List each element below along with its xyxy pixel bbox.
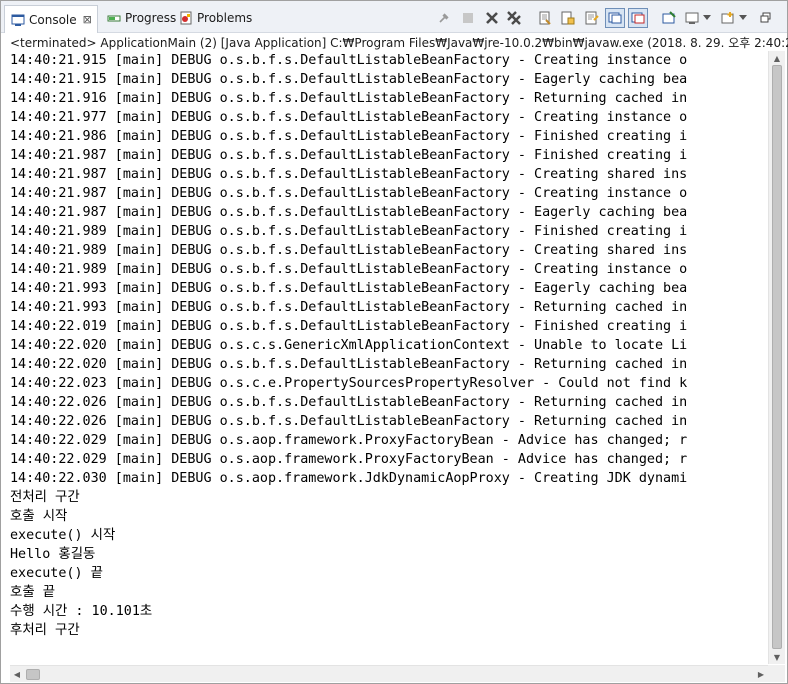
scroll-right-icon[interactable]: ▶ (754, 666, 768, 682)
console-line: 호출 끝 (10, 585, 56, 600)
console-output[interactable]: 14:40:21.915 [main] DEBUG o.s.b.f.s.Defa… (10, 51, 766, 664)
console-line: 호출 시작 (10, 509, 68, 524)
scroll-left-icon[interactable]: ◀ (10, 666, 24, 682)
tab-progress[interactable]: Progress (101, 5, 176, 31)
console-line: 수행 시간 : 10.101초 (10, 604, 153, 619)
console-line: 14:40:21.989 [main] DEBUG o.s.b.f.s.Defa… (10, 224, 688, 239)
dropdown-arrow-icon[interactable] (737, 9, 749, 27)
show-on-stdout-icon[interactable] (605, 8, 625, 28)
console-line: 14:40:22.020 [main] DEBUG o.s.c.s.Generi… (10, 338, 688, 353)
clear-console-icon[interactable] (536, 9, 554, 27)
console-line: 14:40:22.023 [main] DEBUG o.s.c.e.Proper… (10, 376, 688, 391)
remove-all-terminated-icon[interactable] (505, 9, 523, 27)
console-line: 14:40:21.915 [main] DEBUG o.s.b.f.s.Defa… (10, 72, 688, 87)
remove-launch-icon[interactable] (483, 9, 501, 27)
scroll-lock-icon[interactable] (559, 9, 577, 27)
dropdown-arrow-icon[interactable] (701, 9, 713, 27)
problems-icon (179, 11, 193, 25)
horizontal-scrollbar[interactable]: ◀ ▶ (10, 665, 768, 682)
tab-problems[interactable]: Problems (173, 5, 252, 31)
console-line: 14:40:21.993 [main] DEBUG o.s.b.f.s.Defa… (10, 300, 688, 315)
view-tab-bar: Console ⊠ Progress Problems (1, 1, 787, 33)
minimize-icon[interactable] (757, 9, 775, 27)
console-line: 14:40:22.026 [main] DEBUG o.s.b.f.s.Defa… (10, 395, 688, 410)
close-icon[interactable]: ⊠ (83, 13, 92, 26)
console-line: execute() 시작 (10, 528, 116, 543)
scrollbar-corner (768, 665, 785, 682)
process-label: <terminated> ApplicationMain (2) [Java A… (10, 36, 788, 50)
console-line: 14:40:21.986 [main] DEBUG o.s.b.f.s.Defa… (10, 129, 688, 144)
console-line: 후처리 구간 (10, 623, 80, 638)
console-line: 14:40:22.030 [main] DEBUG o.s.aop.framew… (10, 471, 688, 486)
show-on-stderr-icon[interactable] (628, 8, 648, 28)
console-line: 14:40:21.977 [main] DEBUG o.s.b.f.s.Defa… (10, 110, 688, 125)
pin-console-icon[interactable] (660, 9, 678, 27)
console-line: 전처리 구간 (10, 490, 80, 505)
stop-icon[interactable] (459, 9, 477, 27)
console-line: 14:40:22.020 [main] DEBUG o.s.b.f.s.Defa… (10, 357, 688, 372)
vertical-scrollbar[interactable]: ▲ ▼ (768, 51, 785, 664)
pin-icon[interactable] (435, 9, 453, 27)
console-view: Console ⊠ Progress Problems <terminated>… (0, 0, 788, 684)
tab-progress-label: Progress (125, 11, 177, 25)
console-line: 14:40:21.987 [main] DEBUG o.s.b.f.s.Defa… (10, 148, 688, 163)
scroll-down-icon[interactable]: ▼ (769, 650, 785, 664)
console-line: 14:40:21.989 [main] DEBUG o.s.b.f.s.Defa… (10, 262, 688, 277)
horizontal-scroll-thumb[interactable] (26, 669, 40, 680)
console-line: 14:40:21.987 [main] DEBUG o.s.b.f.s.Defa… (10, 186, 688, 201)
tab-console-label: Console (29, 12, 77, 27)
display-console-icon[interactable] (683, 9, 701, 27)
console-line: 14:40:21.987 [main] DEBUG o.s.b.f.s.Defa… (10, 205, 688, 220)
tab-problems-label: Problems (197, 11, 253, 25)
console-line: Hello 홍길동 (10, 547, 96, 562)
console-line: 14:40:22.026 [main] DEBUG o.s.b.f.s.Defa… (10, 414, 688, 429)
console-line: 14:40:22.029 [main] DEBUG o.s.aop.framew… (10, 452, 688, 467)
vertical-scroll-thumb[interactable] (772, 65, 782, 649)
progress-icon (107, 11, 121, 25)
tab-console[interactable]: Console ⊠ (4, 5, 98, 33)
console-line: 14:40:21.915 [main] DEBUG o.s.b.f.s.Defa… (10, 53, 688, 68)
console-icon (11, 13, 25, 27)
open-console-icon[interactable] (719, 9, 737, 27)
console-line: execute() 끝 (10, 566, 103, 581)
console-line: 14:40:22.019 [main] DEBUG o.s.b.f.s.Defa… (10, 319, 688, 334)
console-line: 14:40:21.993 [main] DEBUG o.s.b.f.s.Defa… (10, 281, 688, 296)
console-line: 14:40:21.987 [main] DEBUG o.s.b.f.s.Defa… (10, 167, 688, 182)
word-wrap-icon[interactable] (583, 9, 601, 27)
console-line: 14:40:21.916 [main] DEBUG o.s.b.f.s.Defa… (10, 91, 688, 106)
scroll-up-icon[interactable]: ▲ (769, 51, 785, 65)
console-line: 14:40:22.029 [main] DEBUG o.s.aop.framew… (10, 433, 688, 448)
console-line: 14:40:21.989 [main] DEBUG o.s.b.f.s.Defa… (10, 243, 688, 258)
